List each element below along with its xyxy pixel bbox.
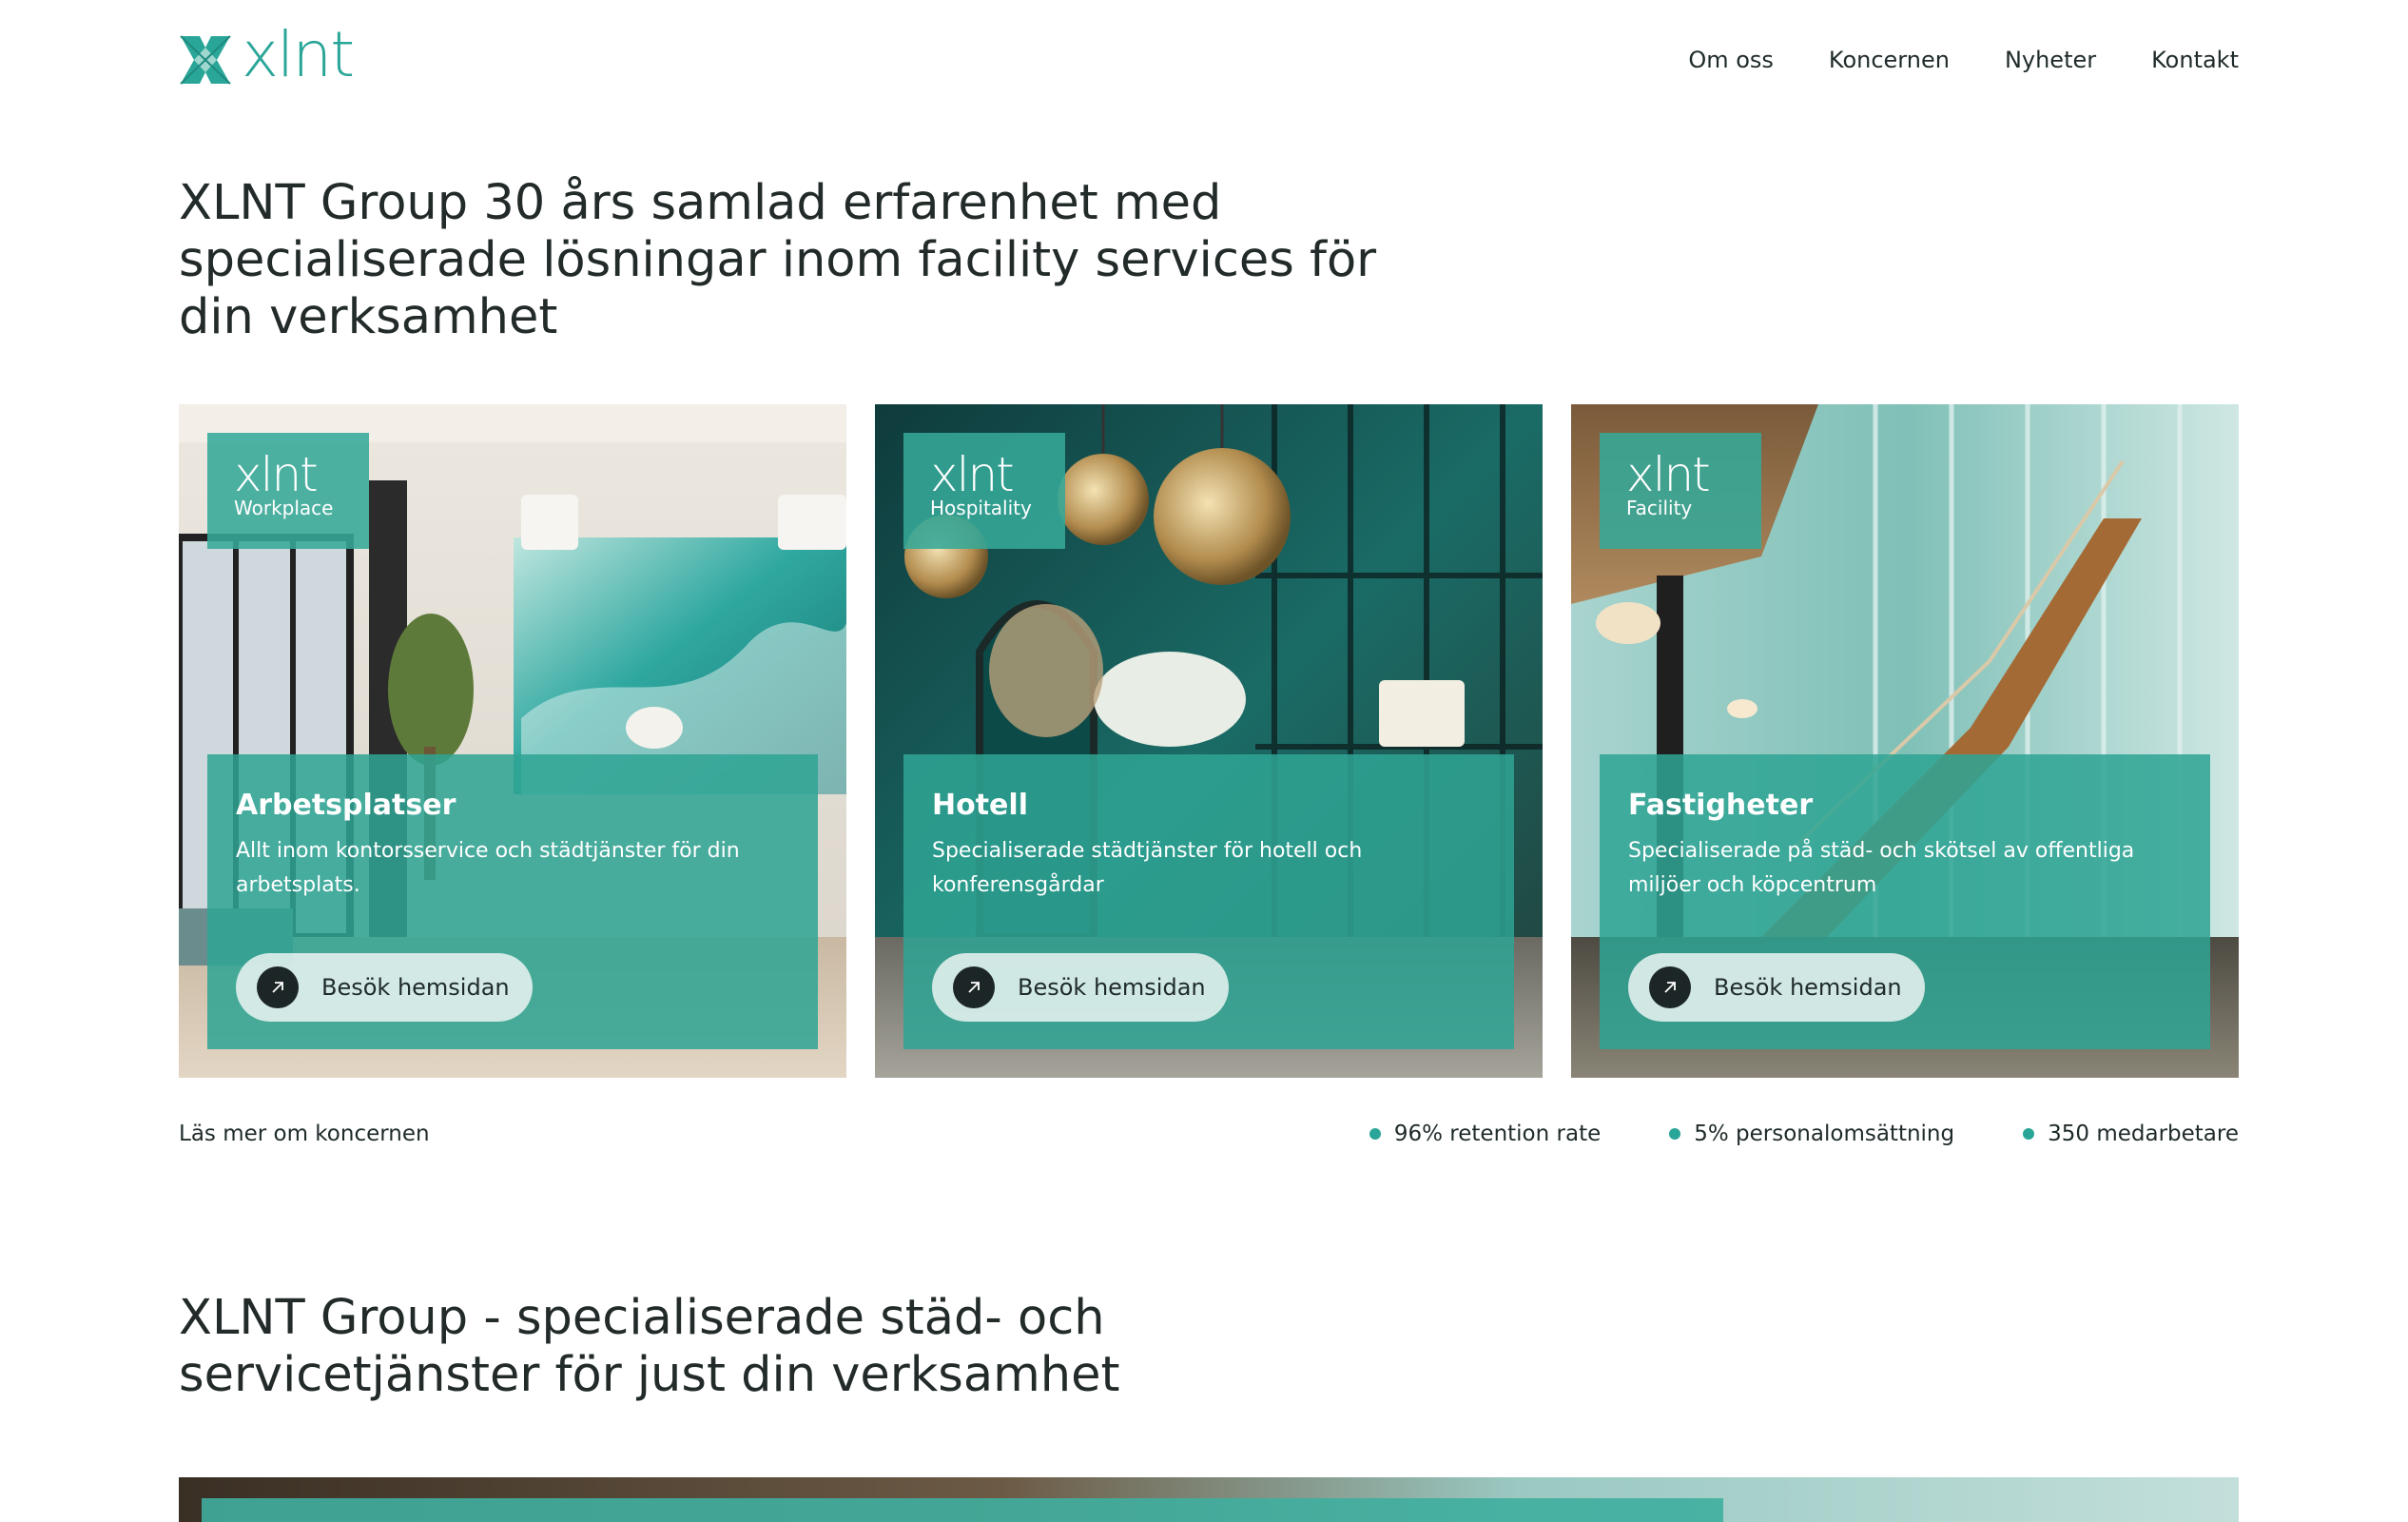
stat-text: 350 medarbetare	[2048, 1122, 2239, 1146]
section2-banner-image	[179, 1477, 2239, 1522]
card-description: Allt inom kontorsservice och städtjänste…	[236, 839, 740, 897]
section2-title: XLNT Group - specialiserade städ- och se…	[179, 1290, 1120, 1403]
logo-wordmark: xlnt	[242, 17, 355, 91]
visit-website-label: Besök hemsidan	[1714, 974, 1902, 1001]
badge-logo: xlnt	[1626, 447, 1711, 502]
badge-subtitle: Workplace	[234, 497, 334, 519]
card-badge-facility: xlnt Facility	[1600, 433, 1761, 549]
site-logo[interactable]: xlnt	[179, 23, 355, 88]
card-description: Specialiserade städtjänster för hotell o…	[932, 839, 1363, 897]
card-badge-hospitality: xlnt Hospitality	[903, 433, 1065, 549]
card-panel: Hotell Specialiserade städtjänster för h…	[903, 754, 1514, 1049]
visit-website-label: Besök hemsidan	[321, 974, 510, 1001]
arrow-up-right-icon	[953, 966, 995, 1008]
arrow-up-right-icon	[1649, 966, 1691, 1008]
bullet-dot-icon	[1669, 1128, 1681, 1140]
stat-item: 96% retention rate	[1369, 1122, 1601, 1146]
hero-title: XLNT Group 30 års samlad erfarenhet med …	[179, 175, 1377, 345]
arrow-up-right-icon	[257, 966, 299, 1008]
nav-item-nyheter[interactable]: Nyheter	[2005, 47, 2096, 73]
nav-item-kontakt[interactable]: Kontakt	[2151, 47, 2239, 73]
card-panel: Arbetsplatser Allt inom kontorsservice o…	[207, 754, 818, 1049]
card-description: Specialiserade på städ- och skötsel av o…	[1628, 839, 2135, 897]
stat-text: 96% retention rate	[1393, 1122, 1602, 1146]
stat-text: 5% personalomsättning	[1694, 1122, 1955, 1146]
card-hospitality: xlnt Hospitality Hotell Specialiserade s…	[875, 404, 1543, 1078]
xlnt-logo-icon	[180, 34, 231, 85]
visit-website-button[interactable]: Besök hemsidan	[1628, 953, 1925, 1022]
bullet-dot-icon	[2023, 1128, 2035, 1140]
cards-footer: Läs mer om koncernen 96% retention rate …	[179, 1118, 2239, 1150]
stat-item: 5% personalomsättning	[1669, 1122, 1954, 1146]
nav-item-koncernen[interactable]: Koncernen	[1829, 47, 1950, 73]
site-header: xlnt Om oss Koncernen Nyheter Kontakt	[179, 23, 2239, 90]
badge-subtitle: Hospitality	[930, 497, 1032, 519]
card-workplace: xlnt Workplace Arbetsplatser Allt inom k…	[179, 404, 846, 1078]
card-panel: Fastigheter Specialiserade på städ- och …	[1600, 754, 2210, 1049]
bullet-dot-icon	[1369, 1128, 1381, 1140]
business-cards: xlnt Workplace Arbetsplatser Allt inom k…	[179, 404, 2239, 1078]
visit-website-label: Besök hemsidan	[1018, 974, 1206, 1001]
stats-list: 96% retention rate 5% personalomsättning…	[1369, 1122, 2239, 1146]
visit-website-button[interactable]: Besök hemsidan	[932, 953, 1229, 1022]
card-facility: xlnt Facility Fastigheter Specialiserade…	[1571, 404, 2239, 1078]
badge-logo: xlnt	[930, 447, 1015, 502]
badge-logo: xlnt	[234, 447, 319, 502]
card-title: Hotell	[932, 789, 1028, 822]
stat-item: 350 medarbetare	[2023, 1122, 2239, 1146]
card-title: Arbetsplatser	[236, 789, 456, 822]
card-title: Fastigheter	[1628, 789, 1814, 822]
nav-item-om-oss[interactable]: Om oss	[1688, 47, 1774, 73]
main-nav: Om oss Koncernen Nyheter Kontakt	[1688, 47, 2239, 73]
read-more-link[interactable]: Läs mer om koncernen	[179, 1122, 430, 1146]
visit-website-button[interactable]: Besök hemsidan	[236, 953, 533, 1022]
card-badge-workplace: xlnt Workplace	[207, 433, 369, 549]
